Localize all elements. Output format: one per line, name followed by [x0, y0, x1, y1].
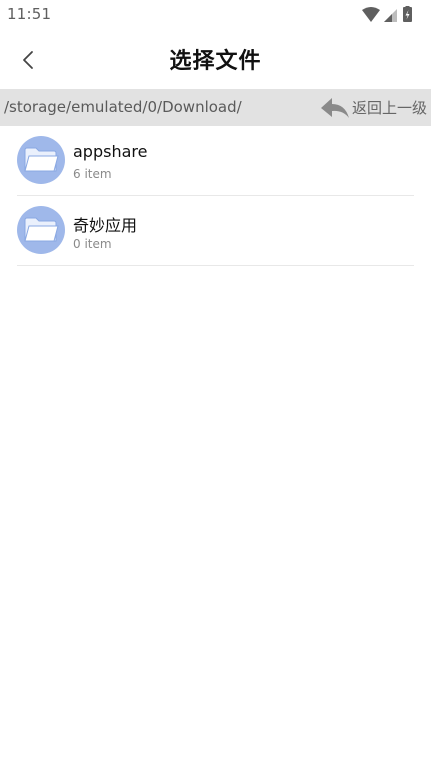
folder-avatar	[17, 136, 65, 184]
wifi-icon	[362, 7, 380, 22]
path-bar: /storage/emulated/0/Download/ 返回上一级	[0, 89, 431, 126]
go-up-button[interactable]: 返回上一级	[320, 93, 427, 122]
status-icons	[362, 6, 422, 24]
signal-icon	[384, 9, 397, 22]
list-item[interactable]: 奇妙应用 0 item	[17, 196, 414, 266]
item-name: appshare	[73, 142, 148, 161]
go-up-label: 返回上一级	[351, 99, 427, 117]
file-list: appshare 6 item 奇妙应用 0 item	[17, 126, 414, 266]
folder-icon	[24, 147, 59, 172]
current-path: /storage/emulated/0/Download/	[4, 98, 242, 116]
item-count: 6 item	[73, 167, 112, 181]
status-time: 11:51	[7, 5, 52, 23]
reply-arrow-icon	[320, 97, 349, 118]
folder-icon	[24, 217, 59, 242]
status-bar: 11:51	[0, 0, 431, 30]
file-picker-screen: 11:51 选择文件 /storage/emulated/0/Download/…	[0, 0, 431, 766]
page-title: 选择文件	[169, 49, 262, 74]
folder-avatar	[17, 206, 65, 254]
app-header: 选择文件	[0, 30, 431, 88]
item-name: 奇妙应用	[73, 216, 138, 235]
battery-icon	[403, 6, 412, 22]
list-item[interactable]: appshare 6 item	[17, 126, 414, 196]
item-count: 0 item	[73, 237, 112, 251]
